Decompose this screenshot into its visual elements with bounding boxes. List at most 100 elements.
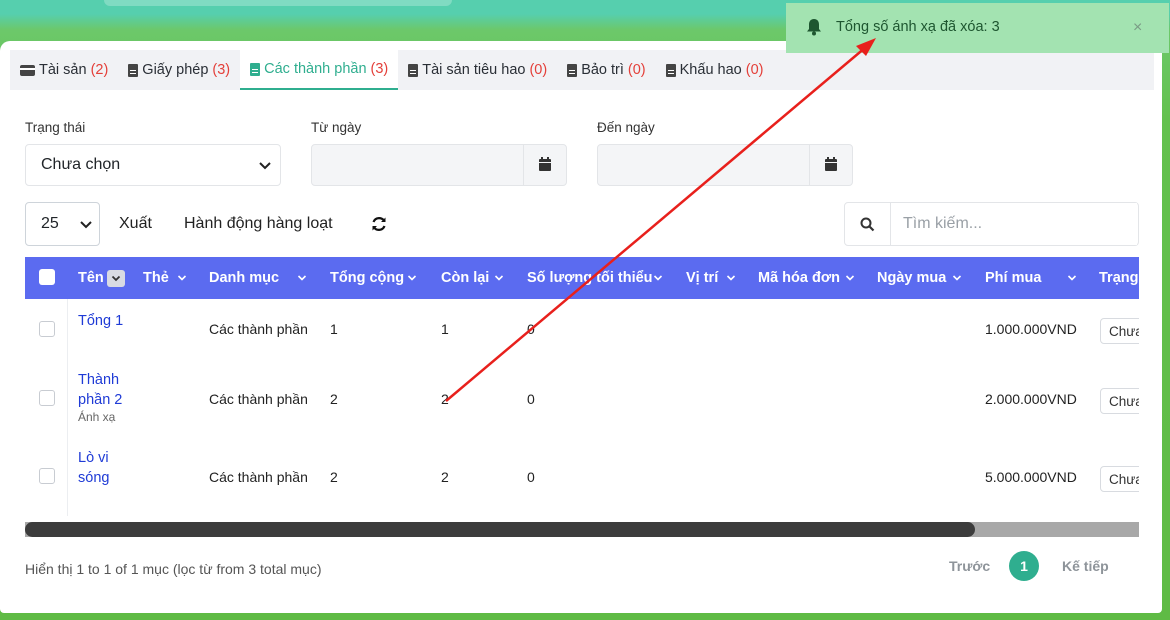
- remaining-cell: 2: [441, 469, 449, 485]
- bell-icon: [807, 19, 821, 36]
- column-header-category[interactable]: Danh mục: [209, 257, 307, 299]
- file-icon: [250, 62, 261, 76]
- status-badge: Chưa: [1100, 466, 1139, 492]
- column-header-cost[interactable]: Phí mua: [985, 257, 1077, 299]
- status-badge: Chưa: [1100, 318, 1139, 344]
- chevron-down-icon: [726, 275, 736, 281]
- search-box: [844, 202, 1139, 246]
- table-row: Thành phần 2 Ánh xạ Các thành phần 2 2 0…: [25, 360, 1139, 439]
- row-checkbox[interactable]: [39, 321, 55, 337]
- total-cell: 2: [330, 469, 338, 485]
- components-table: Tên Thẻ Danh mục Tổng cộng Còn lại Số lư…: [25, 257, 1139, 519]
- remaining-cell: 2: [441, 391, 449, 407]
- status-filter-value: Chưa chọn: [41, 156, 121, 173]
- column-header-total[interactable]: Tổng cộng: [330, 257, 417, 299]
- tab-consumables[interactable]: Tài sản tiêu hao (0): [398, 50, 557, 90]
- column-header-label: Số lượng tối thiểu: [527, 270, 653, 286]
- table-header: Tên Thẻ Danh mục Tổng cộng Còn lại Số lư…: [25, 257, 1139, 299]
- column-header-label: Tên: [78, 270, 104, 286]
- chevron-down-icon: [494, 275, 504, 281]
- status-badge: Chưa: [1100, 388, 1139, 414]
- column-header-tags[interactable]: Thẻ: [143, 257, 187, 299]
- tab-label: Tài sản: [39, 62, 87, 78]
- tab-depreciation[interactable]: Khấu hao (0): [656, 50, 774, 90]
- component-name-link[interactable]: Tổng 1: [78, 311, 123, 331]
- background-pill: [104, 0, 452, 6]
- column-header-status[interactable]: Trạng: [1099, 257, 1138, 299]
- refresh-icon[interactable]: [370, 215, 388, 233]
- notification-toast: Tổng số ánh xạ đã xóa: 3 ×: [786, 3, 1169, 53]
- status-filter-label: Trạng thái: [25, 120, 86, 135]
- search-input[interactable]: [891, 203, 1137, 245]
- tab-maintenance[interactable]: Bảo trì (0): [557, 50, 655, 90]
- horizontal-scrollbar[interactable]: [25, 522, 1139, 537]
- to-date-calendar-button[interactable]: [809, 145, 852, 185]
- chevron-down-icon: [1067, 275, 1077, 281]
- component-name[interactable]: Lò vi sóng: [78, 448, 123, 488]
- export-button[interactable]: Xuất: [109, 202, 162, 246]
- component-name[interactable]: Thành phần 2: [78, 370, 138, 410]
- tab-count: (3): [212, 62, 231, 78]
- sort-toggle[interactable]: [106, 269, 125, 287]
- calendar-icon: [539, 157, 551, 171]
- cost-cell: 1.000.000VND: [985, 321, 1077, 337]
- credit-card-icon: [20, 64, 35, 76]
- tab-count: (0): [529, 62, 548, 78]
- to-date-field[interactable]: [597, 144, 853, 186]
- tab-count: (3): [370, 61, 389, 77]
- bulk-actions-label: Hành động hàng loạt: [184, 215, 333, 232]
- min-qty-cell: 0: [527, 469, 535, 485]
- tab-licenses[interactable]: Giấy phép (3): [118, 50, 240, 90]
- calendar-icon: [825, 157, 837, 171]
- chevron-down-icon: [259, 162, 271, 170]
- tab-label: Tài sản tiêu hao: [422, 62, 526, 78]
- tab-label: Các thành phần: [264, 61, 367, 77]
- column-header-name[interactable]: Tên: [78, 257, 125, 299]
- table-summary: Hiển thị 1 to 1 of 1 mục (lọc từ from 3 …: [25, 561, 322, 577]
- column-header-label: Mã hóa đơn: [758, 270, 841, 286]
- min-qty-cell: 0: [527, 391, 535, 407]
- scrollbar-thumb[interactable]: [25, 522, 975, 537]
- chevron-down-icon: [845, 275, 855, 281]
- page-1-button[interactable]: 1: [1009, 551, 1039, 581]
- tab-label: Khấu hao: [679, 62, 742, 78]
- from-date-calendar-button[interactable]: [523, 145, 566, 185]
- tab-count: (0): [745, 62, 764, 78]
- tab-components[interactable]: Các thành phần (3): [240, 50, 399, 90]
- chevron-down-icon: [952, 275, 962, 281]
- prev-page-button[interactable]: Trước: [949, 552, 990, 580]
- next-page-button[interactable]: Kế tiếp: [1062, 552, 1109, 580]
- column-header-purchase-date[interactable]: Ngày mua: [877, 257, 962, 299]
- column-header-location[interactable]: Vị trí: [686, 257, 736, 299]
- column-header-invoice[interactable]: Mã hóa đơn: [758, 257, 855, 299]
- remaining-cell: 1: [441, 321, 449, 337]
- column-header-label: Thẻ: [143, 270, 169, 286]
- component-subtitle: Ánh xạ: [78, 410, 116, 424]
- file-icon: [128, 63, 139, 77]
- close-icon[interactable]: ×: [1133, 19, 1142, 37]
- search-button[interactable]: [845, 203, 891, 245]
- column-header-label: Tổng cộng: [330, 270, 405, 286]
- tab-label: Giấy phép: [142, 62, 209, 78]
- tab-bar: Tài sản (2) Giấy phép (3) Các thành phần…: [10, 50, 1154, 90]
- tab-assets[interactable]: Tài sản (2): [10, 50, 118, 90]
- row-checkbox[interactable]: [39, 390, 55, 406]
- tab-count: (0): [627, 62, 646, 78]
- select-all-checkbox[interactable]: [39, 269, 55, 285]
- column-header-label: Ngày mua: [877, 270, 947, 286]
- cost-cell: 2.000.000VND: [985, 391, 1077, 407]
- page-size-value: 25: [41, 215, 59, 232]
- column-header-min-qty[interactable]: Số lượng tối thiểu: [527, 257, 663, 299]
- page-size-select[interactable]: 25: [25, 202, 100, 246]
- component-name-link[interactable]: Thành phần 2 Ánh xạ: [78, 370, 138, 424]
- toast-message: Tổng số ánh xạ đã xóa: 3: [836, 19, 1000, 35]
- to-date-label: Đến ngày: [597, 120, 655, 135]
- file-icon: [567, 63, 578, 77]
- component-name[interactable]: Tổng 1: [78, 313, 123, 329]
- from-date-field[interactable]: [311, 144, 567, 186]
- component-name-link[interactable]: Lò vi sóng: [78, 448, 123, 488]
- status-filter-select[interactable]: Chưa chọn: [25, 144, 281, 186]
- row-checkbox[interactable]: [39, 468, 55, 484]
- column-header-label: Trạng: [1099, 270, 1139, 286]
- column-header-remaining[interactable]: Còn lại: [441, 257, 504, 299]
